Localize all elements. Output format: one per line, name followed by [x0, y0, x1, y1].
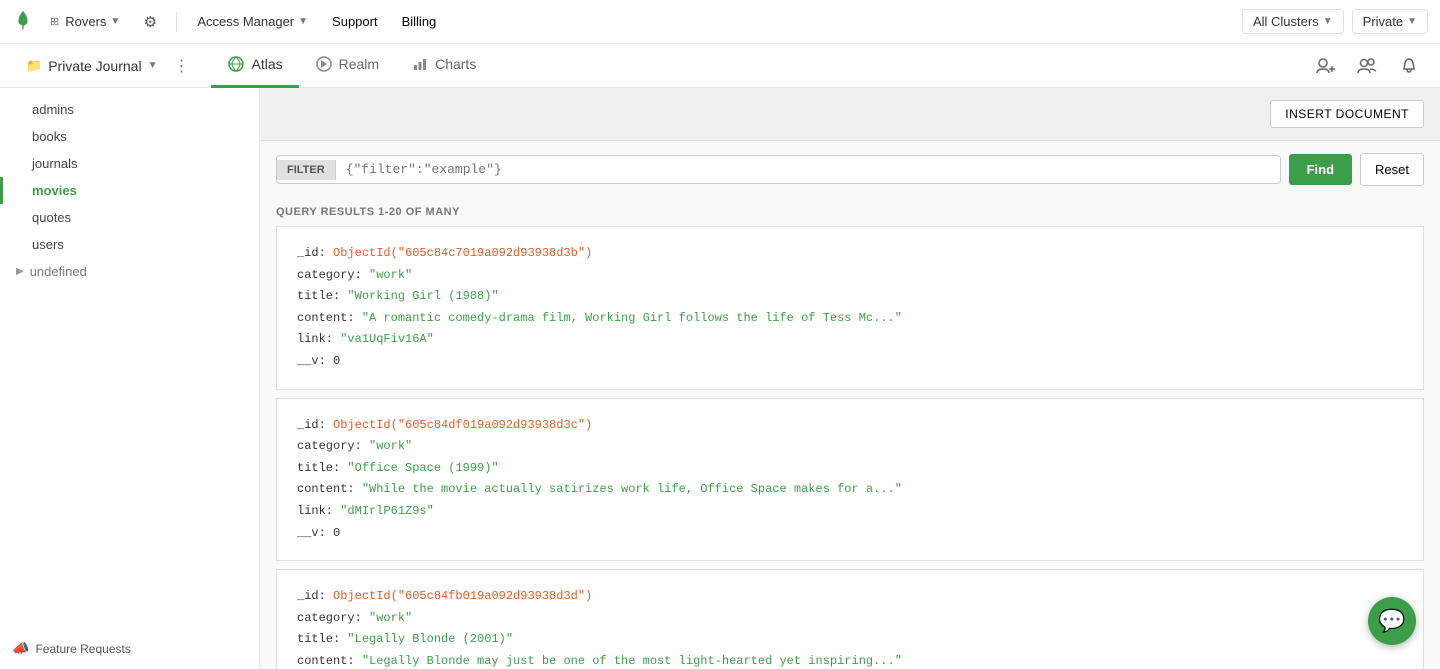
sidebar-item-admins[interactable]: admins	[0, 96, 259, 123]
top-nav-right: All Clusters ▼ Private ▼	[1242, 9, 1428, 34]
doc1-id-field: _id: ObjectId("605c84c7019a092d93938d3b"…	[297, 243, 1403, 265]
tab-realm[interactable]: Realm	[299, 44, 395, 88]
sidebar-item-quotes[interactable]: quotes	[0, 204, 259, 231]
access-manager-label: Access Manager	[197, 14, 294, 29]
megaphone-icon: 📣	[12, 640, 29, 657]
doc1-title-field: title: "Working Girl (1988)"	[297, 286, 1403, 308]
sidebar-item-users[interactable]: users	[0, 231, 259, 258]
tab-atlas[interactable]: Atlas	[211, 44, 298, 88]
doc3-title-field: title: "Legally Blonde (2001)"	[297, 629, 1403, 651]
rovers-selector[interactable]: ⊞ Rovers ▼	[42, 10, 128, 33]
doc2-content-field: content: "While the movie actually satir…	[297, 479, 1403, 501]
insert-document-button[interactable]: INSERT DOCUMENT	[1270, 100, 1424, 128]
document-card-2[interactable]: _id: ObjectId("605c84df019a092d93938d3c"…	[276, 398, 1424, 562]
private-chevron: ▼	[1407, 16, 1417, 27]
add-user-icon	[1315, 56, 1335, 76]
add-user-icon-button[interactable]	[1310, 51, 1340, 81]
users-icon	[1357, 56, 1377, 76]
doc2-link-field: link: "dMIrlP61Z9s"	[297, 501, 1403, 523]
sidebar: admins books journals movies quotes user…	[0, 88, 260, 669]
grid-icon: ⊞	[50, 15, 59, 28]
doc1-content-field: content: "A romantic comedy-drama film, …	[297, 308, 1403, 330]
doc3-content-field: content: "Legally Blonde may just be one…	[297, 651, 1403, 669]
documents-list: _id: ObjectId("605c84c7019a092d93938d3b"…	[260, 226, 1440, 669]
nav-tabs: Atlas Realm Charts	[211, 44, 492, 88]
undefined-label: undefined	[30, 264, 87, 279]
folder-icon: 📁	[26, 58, 42, 74]
find-button[interactable]: Find	[1289, 154, 1352, 185]
reset-button[interactable]: Reset	[1360, 153, 1424, 186]
support-button[interactable]: Support	[324, 10, 386, 33]
doc2-v-field: __v: 0	[297, 523, 1403, 545]
atlas-icon	[227, 55, 245, 73]
section-arrow-icon: ▶	[16, 266, 24, 277]
feature-requests-link[interactable]: 📣 Feature Requests	[12, 640, 131, 657]
query-results-bar: QUERY RESULTS 1-20 OF MANY	[260, 198, 1440, 226]
feature-requests-label: Feature Requests	[35, 642, 130, 656]
sidebar-item-books[interactable]: books	[0, 123, 259, 150]
bell-icon	[1399, 56, 1419, 76]
database-name: Private Journal	[48, 58, 141, 74]
chat-fab-button[interactable]: 💬	[1368, 597, 1416, 645]
doc1-category-field: category: "work"	[297, 265, 1403, 287]
access-manager-chevron: ▼	[298, 16, 308, 27]
secondary-navigation: 📁 Private Journal ▼ ⋮ Atlas Realm	[0, 44, 1440, 88]
all-clusters-selector[interactable]: All Clusters ▼	[1242, 9, 1344, 34]
users-icon-button[interactable]	[1352, 51, 1382, 81]
doc3-category-field: category: "work"	[297, 608, 1403, 630]
mongodb-logo	[12, 9, 34, 34]
charts-tab-label: Charts	[435, 56, 476, 72]
document-card-3[interactable]: _id: ObjectId("605c84fb019a092d93938d3d"…	[276, 569, 1424, 669]
doc2-id-field: _id: ObjectId("605c84df019a092d93938d3c"…	[297, 415, 1403, 437]
rovers-chevron: ▼	[110, 16, 120, 27]
filter-bar: FILTER Find Reset	[260, 141, 1440, 198]
realm-icon	[315, 55, 333, 73]
doc1-v-field: __v: 0	[297, 351, 1403, 373]
bell-icon-button[interactable]	[1394, 51, 1424, 81]
top-navigation: ⊞ Rovers ▼ ⚙ Access Manager ▼ Support Bi…	[0, 0, 1440, 44]
settings-button[interactable]: ⚙	[136, 8, 164, 36]
secondary-nav-right	[1310, 51, 1424, 81]
main-layout: admins books journals movies quotes user…	[0, 88, 1440, 669]
tab-charts[interactable]: Charts	[395, 44, 492, 88]
private-selector[interactable]: Private ▼	[1352, 9, 1428, 34]
atlas-tab-label: Atlas	[251, 56, 282, 72]
query-results-label: QUERY RESULTS	[276, 206, 375, 218]
clusters-chevron: ▼	[1323, 16, 1333, 27]
database-selector[interactable]: 📁 Private Journal ▼	[16, 52, 167, 80]
sidebar-section-undefined[interactable]: ▶ undefined	[0, 258, 259, 285]
sidebar-item-journals[interactable]: journals	[0, 150, 259, 177]
document-card-1[interactable]: _id: ObjectId("605c84c7019a092d93938d3b"…	[276, 226, 1424, 390]
chat-bubble-icon: 💬	[1378, 608, 1405, 634]
db-chevron: ▼	[148, 60, 158, 71]
filter-input[interactable]	[336, 156, 1280, 183]
sidebar-item-movies[interactable]: movies	[0, 177, 259, 204]
billing-button[interactable]: Billing	[394, 10, 445, 33]
doc3-id-field: _id: ObjectId("605c84fb019a092d93938d3d"…	[297, 586, 1403, 608]
nav-divider-1	[176, 12, 177, 32]
charts-icon	[411, 55, 429, 73]
realm-tab-label: Realm	[339, 56, 379, 72]
rovers-label: Rovers	[65, 14, 106, 29]
filter-input-wrap: FILTER	[276, 155, 1281, 184]
doc2-title-field: title: "Office Space (1999)"	[297, 458, 1403, 480]
filter-badge: FILTER	[277, 160, 336, 180]
doc1-link-field: link: "va1UqFiv16A"	[297, 329, 1403, 351]
main-content: INSERT DOCUMENT FILTER Find Reset QUERY …	[260, 88, 1440, 669]
access-manager-button[interactable]: Access Manager ▼	[189, 10, 316, 33]
toolbar: INSERT DOCUMENT	[260, 88, 1440, 141]
more-options-button[interactable]: ⋮	[167, 52, 195, 80]
doc2-category-field: category: "work"	[297, 436, 1403, 458]
query-results-count: 1-20 OF MANY	[378, 206, 460, 218]
